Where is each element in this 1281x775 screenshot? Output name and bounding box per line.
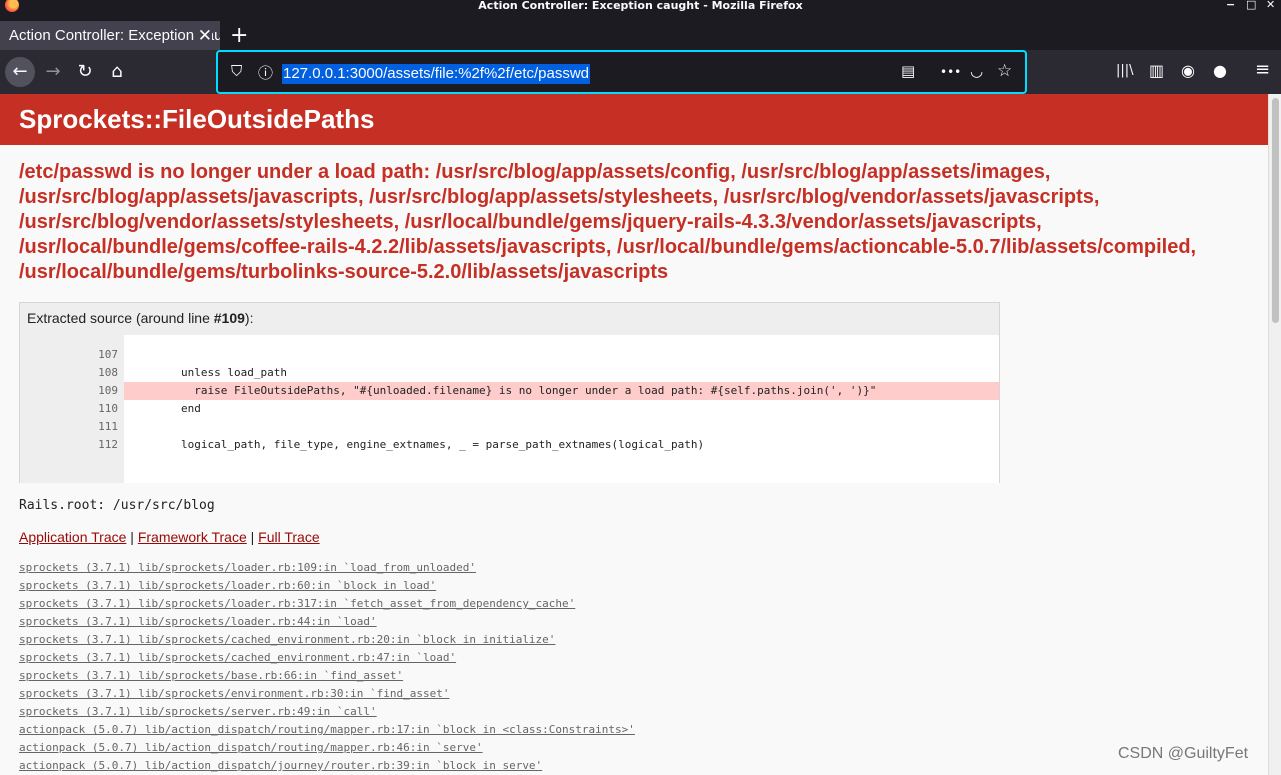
trace-frame-link[interactable]: sprockets (3.7.1) lib/sprockets/cached_e…	[19, 650, 635, 668]
close-tab-icon[interactable]: ✕	[193, 21, 212, 51]
code-line: unless load_path	[128, 366, 287, 379]
trace-frame-link[interactable]: sprockets (3.7.1) lib/sprockets/loader.r…	[19, 560, 635, 578]
rails-root: Rails.root: /usr/src/blog	[19, 498, 215, 513]
line-numbers-gutter: 107 108 109 110 111 112	[20, 335, 124, 483]
url-input[interactable]: 127.0.0.1:3000/assets/file:%2f%2f/etc/pa…	[282, 64, 591, 84]
trace-frame-link[interactable]: actionpack (5.0.7) lib/action_dispatch/r…	[19, 740, 635, 758]
address-bar[interactable]: ⛉ ⓘ 127.0.0.1:3000/assets/file:%2f%2f/et…	[216, 50, 1027, 94]
watermark: CSDN @GuiltyFet	[1118, 745, 1249, 762]
line-reference: #109	[213, 310, 245, 326]
source-code-block: 107 108 109 110 111 112 unless load_path…	[20, 335, 999, 483]
maximize-icon[interactable]: □	[1246, 0, 1256, 10]
extracted-source-panel: Extracted source (around line #109): 107…	[19, 302, 1000, 483]
vertical-scrollbar[interactable]	[1268, 94, 1281, 775]
trace-frame-link[interactable]: sprockets (3.7.1) lib/sprockets/environm…	[19, 686, 635, 704]
trace-frame-link[interactable]: sprockets (3.7.1) lib/sprockets/loader.r…	[19, 596, 635, 614]
close-window-icon[interactable]: ✕	[1266, 0, 1275, 10]
reload-icon[interactable]: ↻	[70, 57, 100, 87]
line-number: 107	[98, 348, 118, 361]
code-line: end	[128, 402, 201, 415]
trace-frame-link[interactable]: sprockets (3.7.1) lib/sprockets/loader.r…	[19, 614, 635, 632]
trace-frame-link[interactable]: sprockets (3.7.1) lib/sprockets/loader.r…	[19, 578, 635, 596]
error-header: Sprockets::FileOutsidePaths	[0, 94, 1268, 145]
line-number: 112	[98, 438, 118, 451]
line-number: 110	[98, 402, 118, 415]
sidebar-icon[interactable]: ▥	[1149, 61, 1164, 80]
error-title: Sprockets::FileOutsidePaths	[19, 104, 375, 134]
trace-frame-link[interactable]: actionpack (5.0.7) lib/action_dispatch/r…	[19, 722, 635, 740]
trace-frames-list: sprockets (3.7.1) lib/sprockets/loader.r…	[19, 560, 635, 775]
library-icon[interactable]: |||\	[1116, 63, 1134, 78]
trace-toggle-links: Application Trace | Framework Trace | Fu…	[19, 529, 320, 545]
line-number: 111	[98, 420, 118, 433]
tracking-protection-shield-icon[interactable]: ⛉	[231, 62, 242, 80]
site-info-icon[interactable]: ⓘ	[258, 62, 273, 83]
navigation-toolbar: ← → ↻ ⌂ ⛉ ⓘ 127.0.0.1:3000/assets/file:%…	[0, 50, 1281, 94]
window-titlebar: Action Controller: Exception caught - Mo…	[0, 0, 1281, 12]
framework-trace-link[interactable]: Framework Trace	[138, 529, 247, 545]
application-trace-link[interactable]: Application Trace	[19, 529, 126, 545]
trace-frame-link[interactable]: actionpack (5.0.7) lib/action_dispatch/j…	[19, 758, 635, 775]
line-number: 108	[98, 366, 118, 379]
page-viewport: Sprockets::FileOutsidePaths /etc/passwd …	[0, 94, 1268, 775]
extracted-source-label: Extracted source (around line #109):	[27, 310, 254, 326]
app-menu-icon[interactable]: ≡	[1255, 59, 1270, 80]
home-icon[interactable]: ⌂	[102, 57, 132, 87]
line-number: 109	[98, 384, 118, 397]
scrollbar-thumb[interactable]	[1272, 98, 1279, 323]
reader-view-icon[interactable]: ▤	[901, 62, 915, 80]
new-tab-icon[interactable]: +	[230, 23, 248, 48]
pocket-icon[interactable]: ◡	[970, 62, 983, 80]
trace-frame-link[interactable]: sprockets (3.7.1) lib/sprockets/server.r…	[19, 704, 635, 722]
full-trace-link[interactable]: Full Trace	[258, 529, 319, 545]
forward-icon[interactable]: →	[38, 57, 68, 87]
account-icon[interactable]: ◉	[1181, 61, 1195, 80]
bookmark-star-icon[interactable]: ☆	[997, 61, 1012, 81]
page-actions-more-icon[interactable]: •••	[940, 65, 961, 79]
code-line-highlighted: raise FileOutsidePaths, "#{unloaded.file…	[124, 382, 999, 400]
tab-title: Action Controller: Exception caught	[9, 27, 220, 44]
firefox-logo-icon	[5, 0, 19, 12]
error-message: /etc/passwd is no longer under a load pa…	[19, 161, 1197, 283]
minimize-icon[interactable]: −	[1226, 0, 1235, 10]
code-line: logical_path, file_type, engine_extnames…	[128, 438, 705, 451]
extension-icon[interactable]: ●	[1213, 61, 1227, 80]
trace-frame-link[interactable]: sprockets (3.7.1) lib/sprockets/cached_e…	[19, 632, 635, 650]
trace-frame-link[interactable]: sprockets (3.7.1) lib/sprockets/base.rb:…	[19, 668, 635, 686]
window-title: Action Controller: Exception caught - Mo…	[478, 0, 803, 12]
back-icon[interactable]: ←	[5, 57, 35, 87]
